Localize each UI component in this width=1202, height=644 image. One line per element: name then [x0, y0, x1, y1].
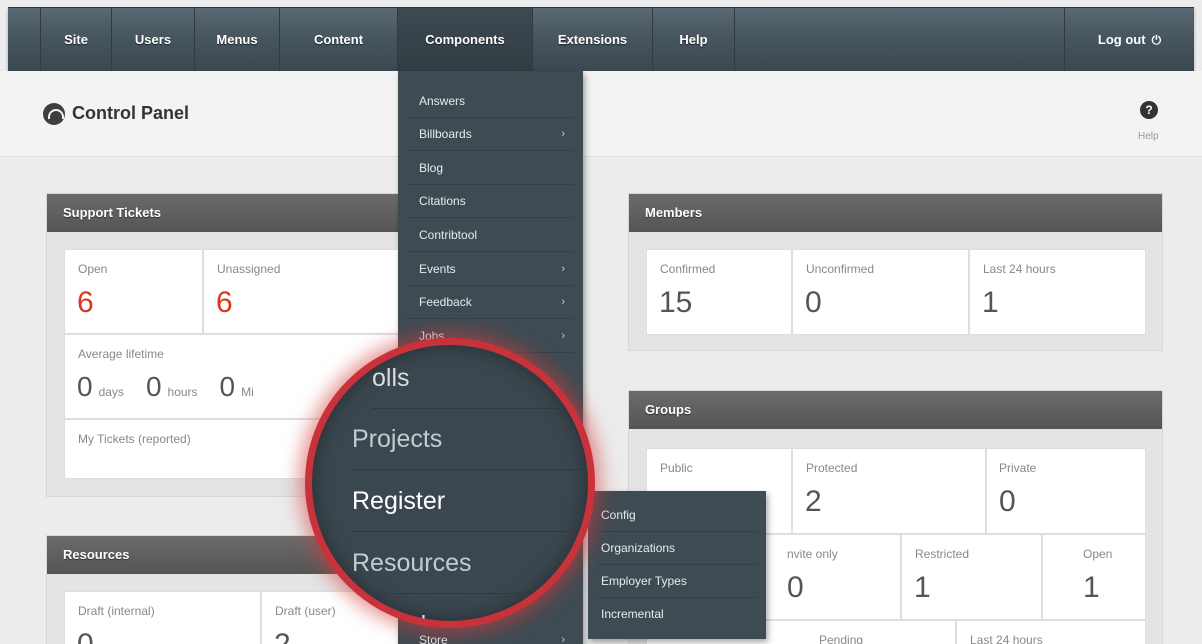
private-groups-cell[interactable]: Private 0: [986, 448, 1146, 534]
open-tickets-value: 6: [77, 286, 94, 319]
chevron-right-icon: ›: [561, 296, 565, 308]
draft-user-label: Draft (user): [275, 604, 336, 618]
menu-item-citations[interactable]: Citations: [407, 185, 575, 218]
private-groups-value: 0: [999, 485, 1016, 518]
days-unit: days: [98, 385, 124, 399]
magnified-item-register: Register: [352, 470, 588, 532]
open-groups-label: Open: [1083, 547, 1113, 561]
restricted-groups-cell[interactable]: Restricted 1: [901, 534, 1042, 620]
menu-item-label: Answers: [419, 94, 466, 108]
nav-item-menus[interactable]: Menus: [195, 8, 280, 72]
minutes-value: 0: [219, 371, 236, 402]
menu-item-label: Store: [419, 633, 448, 644]
hours-unit: hours: [167, 385, 198, 399]
logout-button[interactable]: Log out ⏻: [1064, 8, 1194, 72]
magnified-item-projects: Projects: [352, 408, 588, 470]
days-value: 0: [77, 371, 93, 402]
page-title: Control Panel: [72, 103, 190, 123]
submenu-item-incremental[interactable]: Incremental: [597, 598, 757, 631]
hours-value: 0: [145, 371, 162, 402]
menu-item-blog[interactable]: Blog: [407, 152, 575, 185]
open-groups-value: 1: [1083, 571, 1100, 604]
submenu-item-label: Employer Types: [601, 574, 687, 588]
submenu-item-label: Organizations: [601, 541, 676, 555]
menu-item-label: Feedback: [419, 295, 472, 309]
unassigned-tickets-cell[interactable]: Unassigned 6: [203, 249, 401, 334]
magnifier-callout: olls Projects Register Resources earch: [305, 338, 595, 628]
menu-item-events[interactable]: Events ›: [407, 253, 575, 286]
unassigned-tickets-label: Unassigned: [217, 262, 281, 276]
support-tickets-title: Support Tickets: [47, 194, 399, 232]
restricted-groups-label: Restricted: [915, 547, 970, 561]
submenu-item-label: Config: [601, 508, 636, 522]
last24-groups-cell[interactable]: Last 24 hours: [956, 620, 1146, 644]
confirmed-members-label: Confirmed: [660, 262, 716, 276]
unconfirmed-members-cell[interactable]: Unconfirmed 0: [792, 249, 969, 335]
invite-only-groups-value: 0: [787, 571, 804, 604]
menu-item-label: Contribtool: [419, 228, 478, 242]
menu-item-billboards[interactable]: Billboards ›: [407, 118, 575, 151]
protected-groups-label: Protected: [806, 461, 858, 475]
minutes-unit: Mi: [241, 385, 254, 399]
chevron-right-icon: ›: [561, 263, 565, 275]
protected-groups-cell[interactable]: Protected 2: [792, 448, 986, 534]
submenu-item-organizations[interactable]: Organizations: [597, 532, 757, 565]
confirmed-members-value: 15: [659, 286, 693, 319]
last24-groups-label: Last 24 hours: [970, 633, 1043, 644]
top-navigation-bar: Site Users Menus Content Components Exte…: [8, 7, 1194, 72]
groups-title: Groups: [629, 391, 1162, 429]
chevron-right-icon: ›: [561, 128, 565, 140]
draft-internal-label: Draft (internal): [78, 604, 155, 618]
menu-item-contribtool[interactable]: Contribtool: [407, 219, 575, 252]
nav-item-users[interactable]: Users: [112, 8, 195, 72]
menu-item-label: Events: [419, 262, 456, 276]
average-lifetime-label: Average lifetime: [78, 347, 164, 361]
logout-label: Log out: [1097, 32, 1146, 47]
open-tickets-label: Open: [78, 262, 108, 276]
power-icon: ⏻: [1151, 33, 1162, 47]
nav-item-components[interactable]: Components: [398, 8, 533, 72]
public-groups-label: Public: [660, 461, 693, 475]
average-lifetime-values: 0 days 0 hours 0 Mi: [77, 373, 276, 401]
menu-item-label: Billboards: [419, 127, 472, 141]
menu-item-label: Citations: [419, 194, 466, 208]
submenu-item-label: Incremental: [601, 607, 664, 621]
last24-members-value: 1: [982, 286, 999, 319]
magnified-item-polls: olls: [372, 347, 588, 409]
nav-item-extensions[interactable]: Extensions: [533, 8, 653, 72]
nav-item-help[interactable]: Help: [653, 8, 735, 72]
invite-only-groups-label: nvite only: [787, 547, 838, 561]
confirmed-members-cell[interactable]: Confirmed 15: [646, 249, 792, 335]
unconfirmed-members-value: 0: [805, 286, 822, 319]
register-submenu: Config Organizations Employer Types Incr…: [588, 491, 766, 639]
submenu-item-employer-types[interactable]: Employer Types: [597, 565, 757, 598]
members-panel: Members Confirmed 15 Unconfirmed 0 Last …: [628, 193, 1163, 351]
chevron-right-icon: ›: [561, 634, 565, 644]
menu-item-feedback[interactable]: Feedback ›: [407, 286, 575, 319]
my-tickets-label: My Tickets (reported): [78, 432, 191, 446]
unassigned-tickets-value: 6: [216, 286, 233, 319]
nav-item-content[interactable]: Content: [280, 8, 398, 72]
draft-internal-cell[interactable]: Draft (internal) 0: [64, 591, 261, 644]
restricted-groups-value: 1: [914, 571, 931, 604]
magnified-item-resources: Resources: [352, 532, 588, 594]
private-groups-label: Private: [999, 461, 1037, 475]
members-title: Members: [629, 194, 1162, 232]
open-groups-cell[interactable]: Open 1: [1042, 534, 1146, 620]
draft-internal-value: 0: [77, 630, 94, 644]
menu-item-label: Blog: [419, 161, 444, 175]
pending-groups-label: Pending: [819, 633, 864, 644]
help-label[interactable]: Help: [1138, 131, 1159, 142]
dashboard-icon: [43, 103, 65, 125]
draft-user-value: 2: [274, 630, 291, 644]
open-tickets-cell[interactable]: Open 6: [64, 249, 203, 334]
last24-members-cell[interactable]: Last 24 hours 1: [969, 249, 1146, 335]
last24-members-label: Last 24 hours: [983, 262, 1056, 276]
menu-item-answers[interactable]: Answers: [407, 85, 575, 118]
submenu-item-config[interactable]: Config: [597, 499, 757, 532]
help-icon[interactable]: ?: [1140, 101, 1158, 119]
nav-item-site[interactable]: Site: [41, 8, 112, 72]
protected-groups-value: 2: [805, 485, 822, 518]
unconfirmed-members-label: Unconfirmed: [806, 262, 875, 276]
